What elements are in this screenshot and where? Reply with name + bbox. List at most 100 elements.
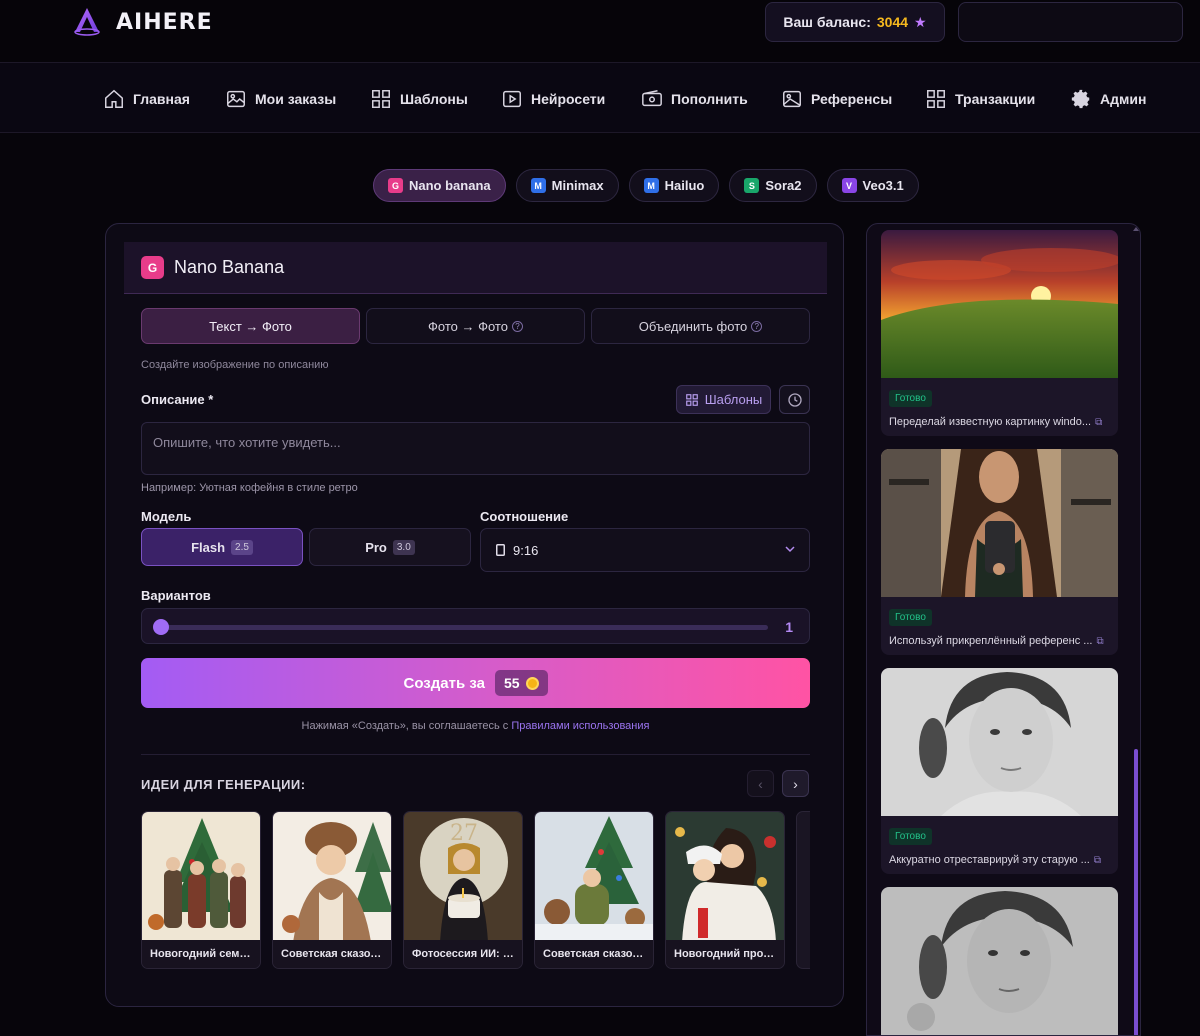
nav-label: Транзакции	[955, 90, 1036, 107]
logo[interactable]: AIHERE	[70, 5, 213, 39]
create-button[interactable]: Создать за 55	[141, 658, 810, 708]
main-nav: Главная Мои заказы Шаблоны Нейросети Поп…	[0, 62, 1200, 133]
svg-text:27: 27	[450, 821, 478, 846]
pill-label: Sora2	[765, 178, 802, 193]
status-badge: Готово	[889, 828, 932, 845]
top-bar: AIHERE Ваш баланс: 3044 ★	[0, 0, 1200, 62]
slider-thumb[interactable]	[153, 619, 169, 635]
nav-orders[interactable]: Мои заказы	[225, 63, 336, 134]
mode-tabs: Текст → Фото Фото → Фото? Объединить фот…	[141, 308, 810, 344]
feed-item[interactable]: Готово Переделай известную картинку wind…	[881, 230, 1118, 436]
model-version: 3.0	[392, 539, 415, 555]
templates-button[interactable]: Шаблоны	[676, 385, 771, 414]
feed-item[interactable]: Готово Аккуратно отреставрируй эту стару…	[881, 668, 1118, 874]
idea-caption: Новогодний семе...	[142, 940, 260, 968]
app-name: AIHERE	[116, 9, 213, 35]
idea-image	[273, 812, 391, 942]
templates-label: Шаблоны	[704, 392, 763, 407]
star-icon: ★	[914, 13, 927, 30]
create-label: Создать за	[403, 674, 485, 692]
gear-icon	[1071, 89, 1090, 108]
nav-templates[interactable]: Шаблоны	[370, 63, 468, 134]
idea-image	[142, 812, 260, 942]
idea-image	[535, 812, 653, 942]
idea-card-partial[interactable]	[796, 811, 810, 969]
pill-label: Minimax	[551, 178, 604, 193]
model-badge: V	[841, 178, 857, 193]
card-header: G Nano Banana	[124, 242, 827, 294]
pill-sora2[interactable]: S Sora2	[729, 169, 817, 202]
feed-text: Используй прикреплённый референс ... ⧉	[889, 635, 1104, 647]
idea-card[interactable]: Новогодний промт д...	[665, 811, 785, 969]
variants-label: Вариантов	[141, 588, 211, 603]
copy-icon[interactable]: ⧉	[1096, 636, 1103, 647]
pill-label: Veo3.1	[862, 178, 904, 193]
terms-link[interactable]: Правилами использования	[511, 720, 649, 732]
ratio-select[interactable]: 9:16	[480, 528, 810, 572]
grid-icon	[372, 89, 390, 108]
ideas-prev-button[interactable]: ‹	[747, 770, 774, 797]
logo-icon	[74, 8, 100, 36]
model-label: Модель	[141, 509, 192, 524]
nav-networks[interactable]: Нейросети	[501, 63, 605, 134]
feed-item[interactable]	[881, 887, 1118, 1035]
model-pro-button[interactable]: Pro 3.0	[309, 528, 471, 566]
result-image	[881, 668, 1118, 816]
variants-slider[interactable]: 1	[141, 608, 810, 644]
card-title: Nano Banana	[174, 257, 285, 277]
description-input[interactable]: Опишите, что хотите увидеть...	[141, 422, 810, 475]
tab-label: Текст → Фото	[209, 318, 292, 334]
nav-transactions[interactable]: Транзакции	[925, 63, 1035, 134]
slider-track	[160, 625, 768, 630]
wallet-icon	[642, 89, 662, 106]
history-button[interactable]	[779, 385, 810, 414]
divider	[141, 754, 810, 755]
price-badge: 55	[494, 670, 548, 696]
terms-prefix: Нажимая «Создать», вы соглашаетесь с	[301, 720, 512, 732]
mode-hint: Создайте изображение по описанию	[141, 359, 329, 371]
idea-image: 27	[404, 812, 522, 942]
grid-icon	[927, 89, 945, 108]
nav-label: Нейросети	[531, 90, 606, 107]
nav-admin[interactable]: Админ	[1070, 63, 1146, 134]
ratio-value: 9:16	[513, 542, 539, 558]
status-badge: Готово	[889, 390, 932, 407]
idea-card[interactable]: Советская сказоч...	[534, 811, 654, 969]
copy-icon[interactable]: ⧉	[1094, 855, 1101, 866]
help-icon[interactable]: ?	[751, 320, 763, 332]
idea-card[interactable]: 27 Фотосессия ИИ: Г...	[403, 811, 523, 969]
pill-label: Hailuo	[664, 178, 705, 193]
ideas-next-button[interactable]: ›	[782, 770, 809, 797]
balance-widget[interactable]: Ваш баланс: 3044 ★	[765, 2, 945, 42]
nav-references[interactable]: Референсы	[781, 63, 892, 134]
tab-photo-to-photo[interactable]: Фото → Фото?	[366, 308, 585, 344]
pill-hailuo[interactable]: M Hailuo	[628, 169, 720, 202]
tab-merge-photos[interactable]: Объединить фото?	[591, 308, 810, 344]
image-icon	[227, 90, 245, 107]
scroll-up-arrow[interactable]	[1133, 227, 1139, 231]
model-flash-button[interactable]: Flash 2.5	[141, 528, 303, 566]
terms-text: Нажимая «Создать», вы соглашаетесь с Пра…	[106, 720, 843, 732]
help-icon[interactable]: ?	[511, 320, 523, 332]
idea-card[interactable]: Советская сказоч...	[272, 811, 392, 969]
nav-topup[interactable]: Пополнить	[641, 63, 748, 134]
nav-home[interactable]: Главная	[103, 63, 190, 134]
home-icon	[105, 89, 123, 108]
result-image	[881, 449, 1118, 597]
ratio-label: Соотношение	[480, 509, 569, 524]
idea-card[interactable]: Новогодний семе...	[141, 811, 261, 969]
nav-label: Шаблоны	[400, 90, 468, 107]
tab-text-to-photo[interactable]: Текст → Фото	[141, 308, 360, 344]
pill-minimax[interactable]: M Minimax	[515, 169, 619, 202]
results-feed: Готово Переделай известную картинку wind…	[866, 223, 1141, 1036]
pill-veo31[interactable]: V Veo3.1	[826, 169, 919, 202]
user-box[interactable]	[958, 2, 1183, 42]
tab-label: Фото → Фото	[428, 318, 508, 334]
result-image	[881, 887, 1118, 1035]
feed-item[interactable]: Готово Используй прикреплённый референс …	[881, 449, 1118, 655]
feed-scrollbar[interactable]	[1134, 749, 1138, 1035]
copy-icon[interactable]: ⧉	[1095, 417, 1102, 428]
price-value: 55	[503, 675, 520, 691]
pill-nano-banana[interactable]: G Nano banana	[373, 169, 506, 202]
feed-prompt: Используй прикреплённый референс ...	[889, 635, 1093, 647]
